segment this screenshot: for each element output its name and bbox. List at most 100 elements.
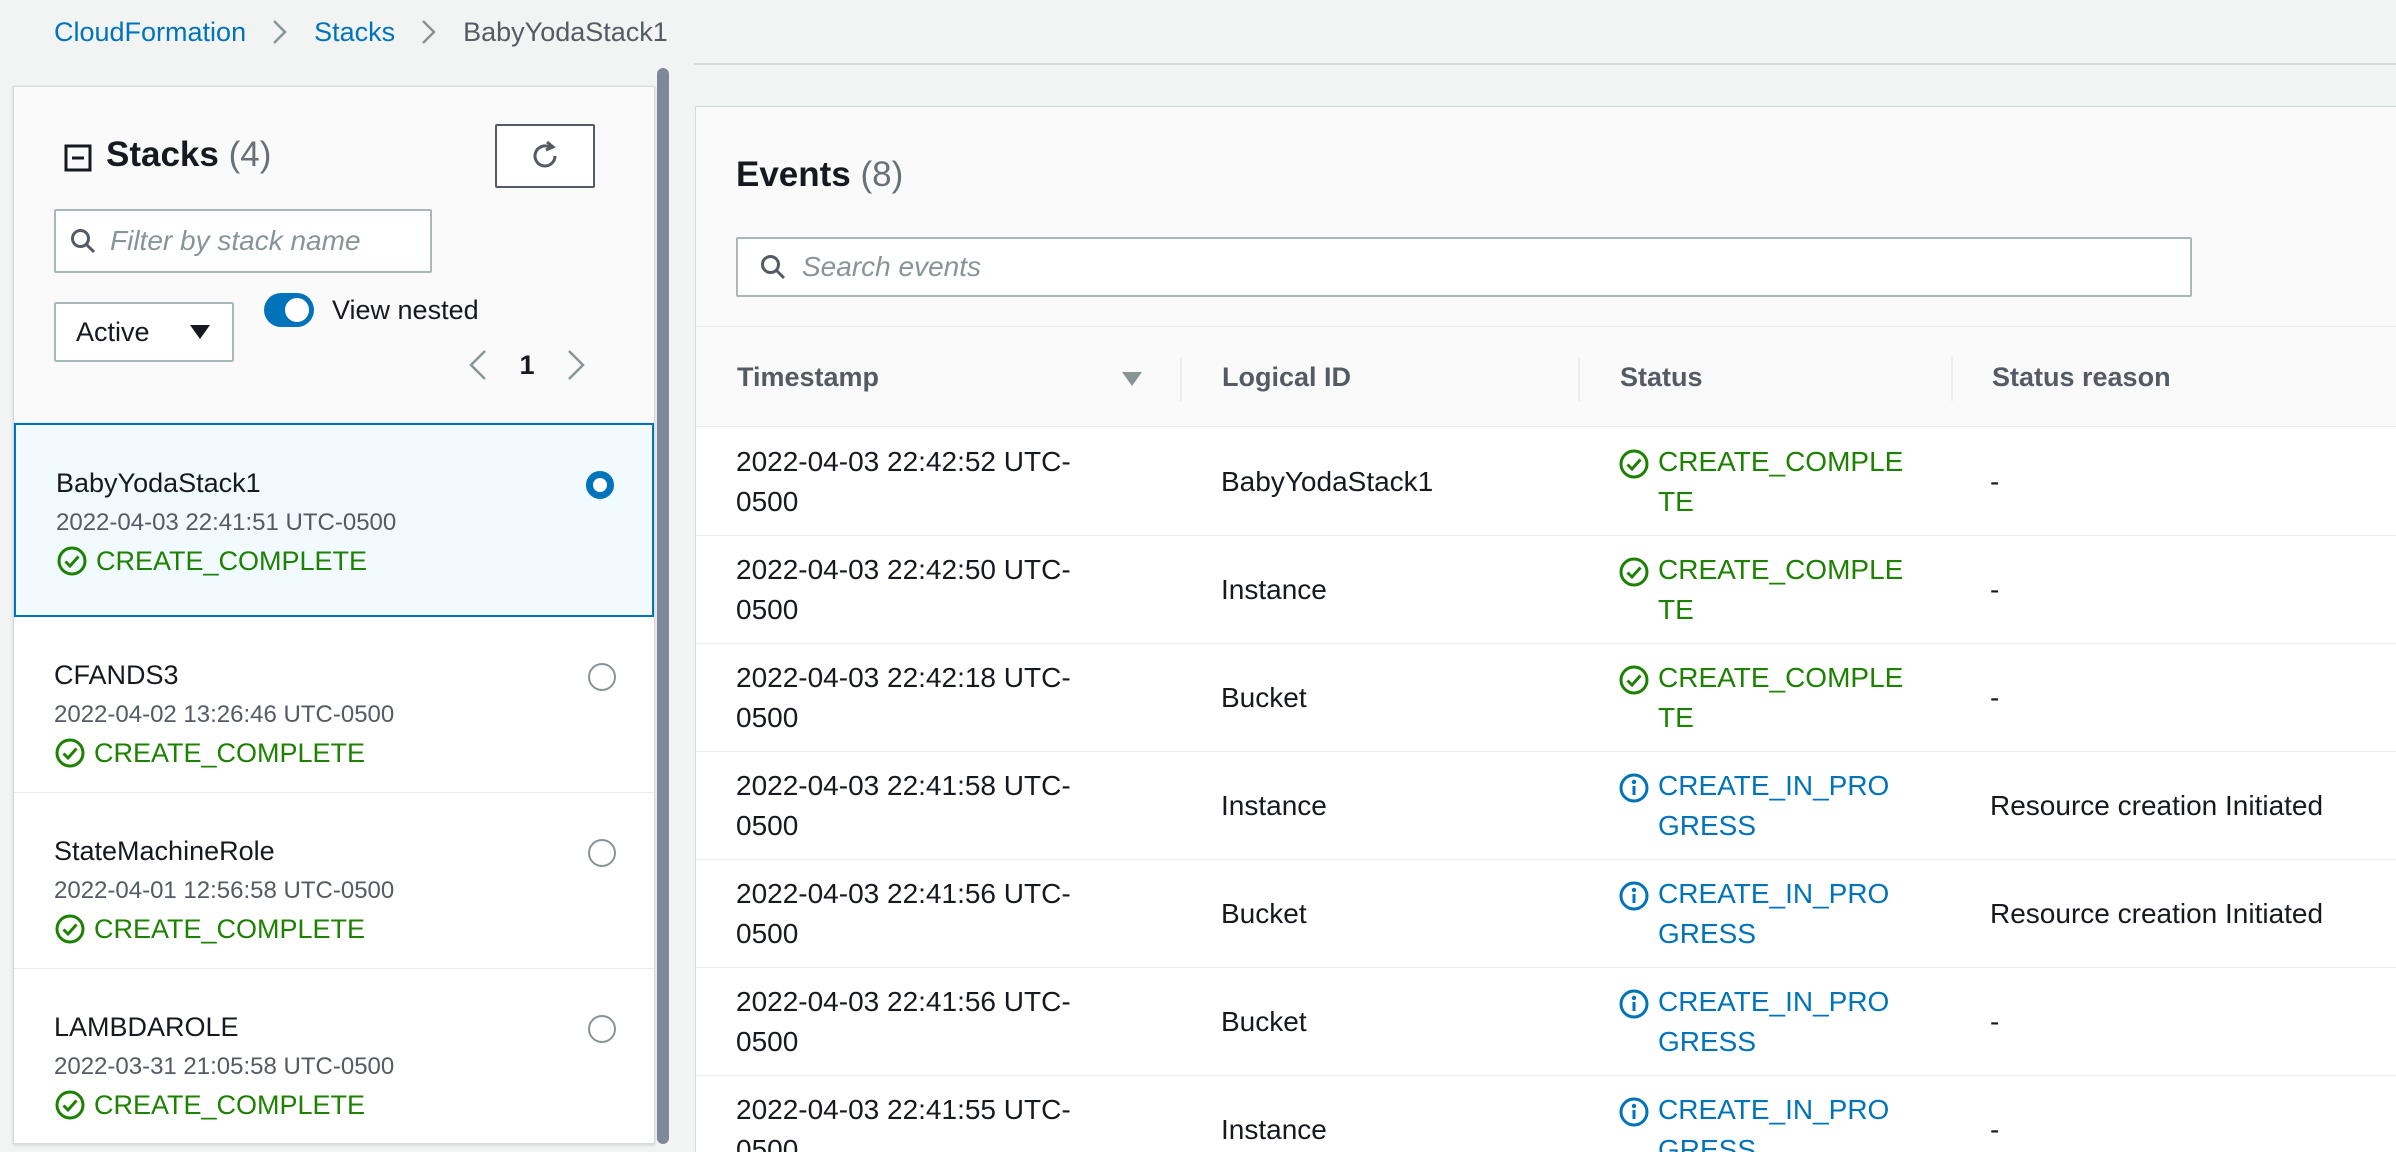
stacks-count: (4) [228,135,272,174]
column-divider[interactable] [1578,357,1580,401]
events-title-text: Events [736,155,851,194]
chevron-right-icon [568,350,585,380]
refresh-icon [533,140,557,168]
event-logical-id: Instance [1221,790,1327,821]
stack-date: 2022-04-03 22:41:51 UTC-0500 [56,509,397,536]
check-circle-icon [55,738,85,768]
column-header-label: Logical ID [1222,361,1352,392]
stack-name[interactable]: CFANDS3 [54,657,654,693]
search-icon [71,229,96,254]
stack-filter-input[interactable] [110,225,430,257]
event-timestamp: 2022-04-03 22:42:52 UTC-0500 [736,446,1071,517]
stack-item-statemachinerole[interactable]: StateMachineRole 2022-04-01 12:56:58 UTC… [14,793,654,969]
breadcrumb-cloudformation[interactable]: CloudFormation [54,17,246,48]
table-row: 2022-04-03 22:42:52 UTC-0500 BabyYodaSta… [696,428,2396,536]
stacks-panel-header: Stacks (4) Active View nested 1 [14,87,654,423]
table-row: 2022-04-03 22:41:58 UTC-0500 Instance CR… [696,752,2396,860]
chevron-left-icon [469,350,486,380]
stack-filter-field [54,209,432,273]
search-events-input[interactable] [802,251,2182,283]
column-header-label: Status [1620,361,1703,392]
stack-radio[interactable] [588,663,616,691]
stack-status: CREATE_COMPLETE [54,911,654,947]
stack-name[interactable]: StateMachineRole [54,833,654,869]
cloudformation-console: CloudFormation Stacks BabyYodaStack1 Sta… [0,0,2396,1152]
stack-date: 2022-04-02 13:26:46 UTC-0500 [54,701,395,728]
event-timestamp: 2022-04-03 22:41:56 UTC-0500 [736,986,1071,1057]
breadcrumb-current: BabyYodaStack1 [463,16,668,47]
event-status-reason: - [1990,574,2000,605]
event-status-reason: Resource creation Initiated [1990,898,2324,929]
pagination: 1 [464,345,590,385]
stack-item-lambdarole[interactable]: LAMBDAROLE 2022-03-31 21:05:58 UTC-0500 … [14,969,654,1143]
stack-status-text: CREATE_COMPLETE [96,546,368,576]
breadcrumb: CloudFormation Stacks BabyYodaStack1 [54,12,668,52]
search-events-field [736,237,2192,297]
events-count: (8) [860,155,904,194]
stack-radio-selected[interactable] [586,471,614,499]
stack-name[interactable]: LAMBDAROLE [54,1009,654,1045]
events-panel-header: Events (8) [696,107,2396,327]
event-status-text: CREATE_COMPLETE [1658,662,1904,733]
event-status-reason: - [1990,466,2000,497]
event-logical-id: Instance [1221,1114,1327,1145]
check-circle-icon [1619,557,1649,587]
column-header-logical-id[interactable]: Logical ID [1222,327,1351,427]
stack-status-text: CREATE_COMPLETE [94,914,366,944]
event-status: CREATE_IN_PROGRESS [1618,982,1908,1062]
event-logical-id: Bucket [1221,1006,1307,1037]
event-status-text: CREATE_IN_PROGRESS [1658,770,1890,841]
column-header-label: Timestamp [737,361,880,392]
view-nested-toggle[interactable] [264,293,314,327]
stack-status-text: CREATE_COMPLETE [94,738,366,768]
breadcrumb-stacks[interactable]: Stacks [314,17,395,48]
stack-status: CREATE_COMPLETE [54,1087,654,1123]
panel-splitter-scrollbar[interactable] [657,68,669,1144]
stack-item-cfands3[interactable]: CFANDS3 2022-04-02 13:26:46 UTC-0500 CRE… [14,617,654,793]
check-circle-icon [55,1090,85,1120]
status-filter-select[interactable]: Active [54,302,234,362]
event-status-reason: - [1990,1006,2000,1037]
check-circle-icon [55,914,85,944]
event-status-text: CREATE_COMPLETE [1658,446,1904,517]
event-timestamp: 2022-04-03 22:41:55 UTC-0500 [736,1094,1071,1152]
event-logical-id: Instance [1221,574,1327,605]
header-divider [694,63,2396,65]
info-circle-icon [1619,1097,1649,1127]
event-timestamp: 2022-04-03 22:41:58 UTC-0500 [736,770,1071,841]
sort-descending-icon[interactable] [1122,372,1142,386]
refresh-button[interactable] [495,124,595,188]
stack-item-babyyodastack1[interactable]: BabyYodaStack1 2022-04-03 22:41:51 UTC-0… [14,423,654,617]
search-icon [761,255,786,280]
collapse-square-icon[interactable] [64,144,92,172]
table-row: 2022-04-03 22:41:55 UTC-0500 Instance CR… [696,1076,2396,1152]
event-status-reason: - [1990,682,2000,713]
check-circle-icon [1619,665,1649,695]
table-row: 2022-04-03 22:42:18 UTC-0500 Bucket CREA… [696,644,2396,752]
stack-date: 2022-04-01 12:56:58 UTC-0500 [54,877,395,904]
chevron-right-icon [266,18,294,46]
event-status: CREATE_COMPLETE [1618,550,1908,630]
check-circle-icon [57,546,87,576]
stack-radio[interactable] [588,1015,616,1043]
events-table-header: Timestamp Logical ID Status Status reaso… [696,327,2396,427]
column-header-status-reason[interactable]: Status reason [1992,327,2171,427]
next-page-button[interactable] [562,345,590,385]
stack-name[interactable]: BabyYodaStack1 [56,465,652,501]
stacks-panel: Stacks (4) Active View nested 1 [13,86,655,1144]
event-status-text: CREATE_COMPLETE [1658,554,1904,625]
chevron-right-icon [415,18,443,46]
stacks-title-text: Stacks [106,135,219,174]
previous-page-button[interactable] [464,345,492,385]
column-divider[interactable] [1180,357,1182,401]
column-header-status[interactable]: Status [1620,327,1703,427]
stack-radio[interactable] [588,839,616,867]
event-timestamp: 2022-04-03 22:41:56 UTC-0500 [736,878,1071,949]
event-status: CREATE_COMPLETE [1618,658,1908,738]
event-timestamp: 2022-04-03 22:42:50 UTC-0500 [736,554,1071,625]
page-number[interactable]: 1 [492,350,562,381]
column-divider[interactable] [1951,357,1953,401]
info-circle-icon [1619,989,1649,1019]
column-header-timestamp[interactable]: Timestamp [737,327,879,427]
stack-status: CREATE_COMPLETE [54,735,654,771]
